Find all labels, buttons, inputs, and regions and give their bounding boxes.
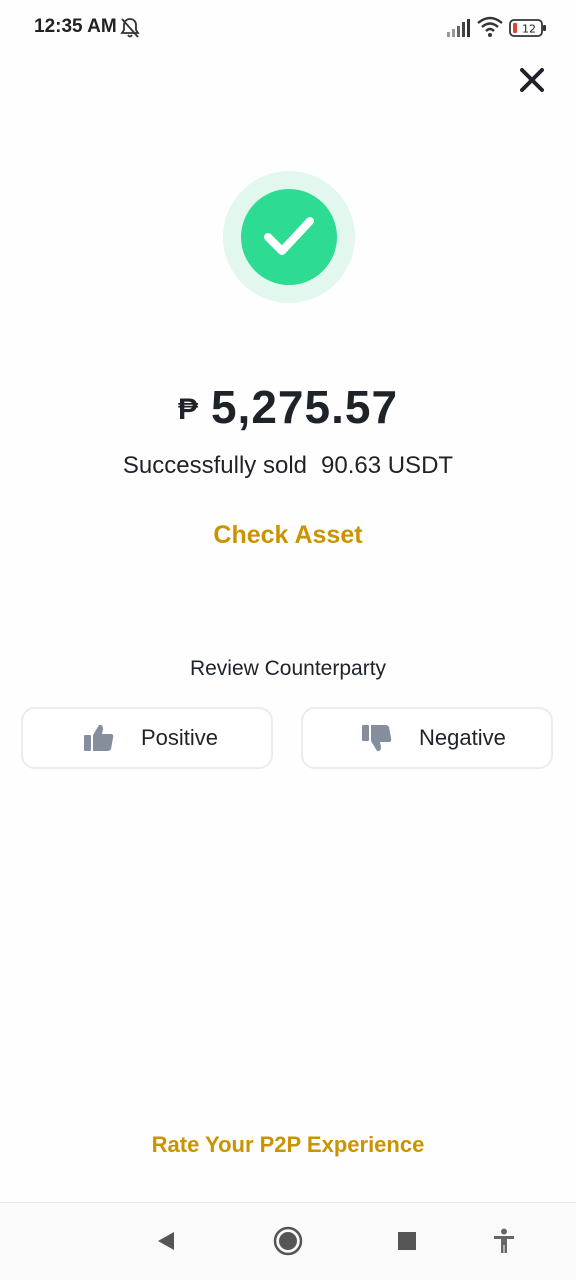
battery-icon: 12: [509, 19, 546, 37]
sold-quantity: 90.63 USDT: [321, 452, 454, 479]
amount-value: 5,275.57: [210, 381, 399, 433]
sold-summary: Successfully sold 90.63 USDT: [0, 452, 576, 480]
close-button[interactable]: [514, 62, 550, 98]
check-asset-link[interactable]: Check Asset: [0, 521, 576, 550]
rate-experience-link[interactable]: Rate Your P2P Experience: [0, 1132, 576, 1158]
nav-recents-button[interactable]: [389, 1223, 425, 1259]
checkmark-icon: [264, 217, 314, 255]
battery-level: 12: [522, 23, 536, 36]
success-screen: 12:35 AM 12 ₱ 5,275.57 Successfully sold…: [0, 0, 576, 1280]
navigation-bar: [0, 1202, 576, 1280]
wifi-icon: [477, 16, 503, 37]
positive-label: Positive: [141, 725, 219, 750]
close-icon: [520, 68, 544, 92]
success-badge: [241, 189, 337, 285]
bell-off-icon: [120, 18, 140, 38]
recents-icon: [398, 1232, 416, 1250]
nav-home-button[interactable]: [270, 1223, 306, 1259]
status-time: 12:35 AM: [34, 16, 117, 37]
nav-back-button[interactable]: [148, 1223, 184, 1259]
home-icon: [273, 1226, 303, 1256]
negative-label: Negative: [419, 725, 506, 750]
back-icon: [158, 1232, 174, 1250]
thumbs-up-icon: [84, 724, 114, 751]
negative-review-button[interactable]: Negative: [301, 707, 553, 769]
review-title: Review Counterparty: [189, 657, 387, 680]
accessibility-icon: [494, 1228, 514, 1253]
thumbs-down-icon: [362, 725, 392, 752]
nav-accessibility-button[interactable]: [486, 1223, 522, 1259]
status-bar: 12:35 AM 12: [0, 0, 576, 56]
signal-icon: [447, 19, 470, 37]
sold-prefix: Successfully sold: [122, 452, 307, 479]
positive-review-button[interactable]: Positive: [21, 707, 273, 769]
amount: ₱ 5,275.57: [0, 380, 576, 434]
currency-symbol: ₱: [177, 393, 199, 426]
